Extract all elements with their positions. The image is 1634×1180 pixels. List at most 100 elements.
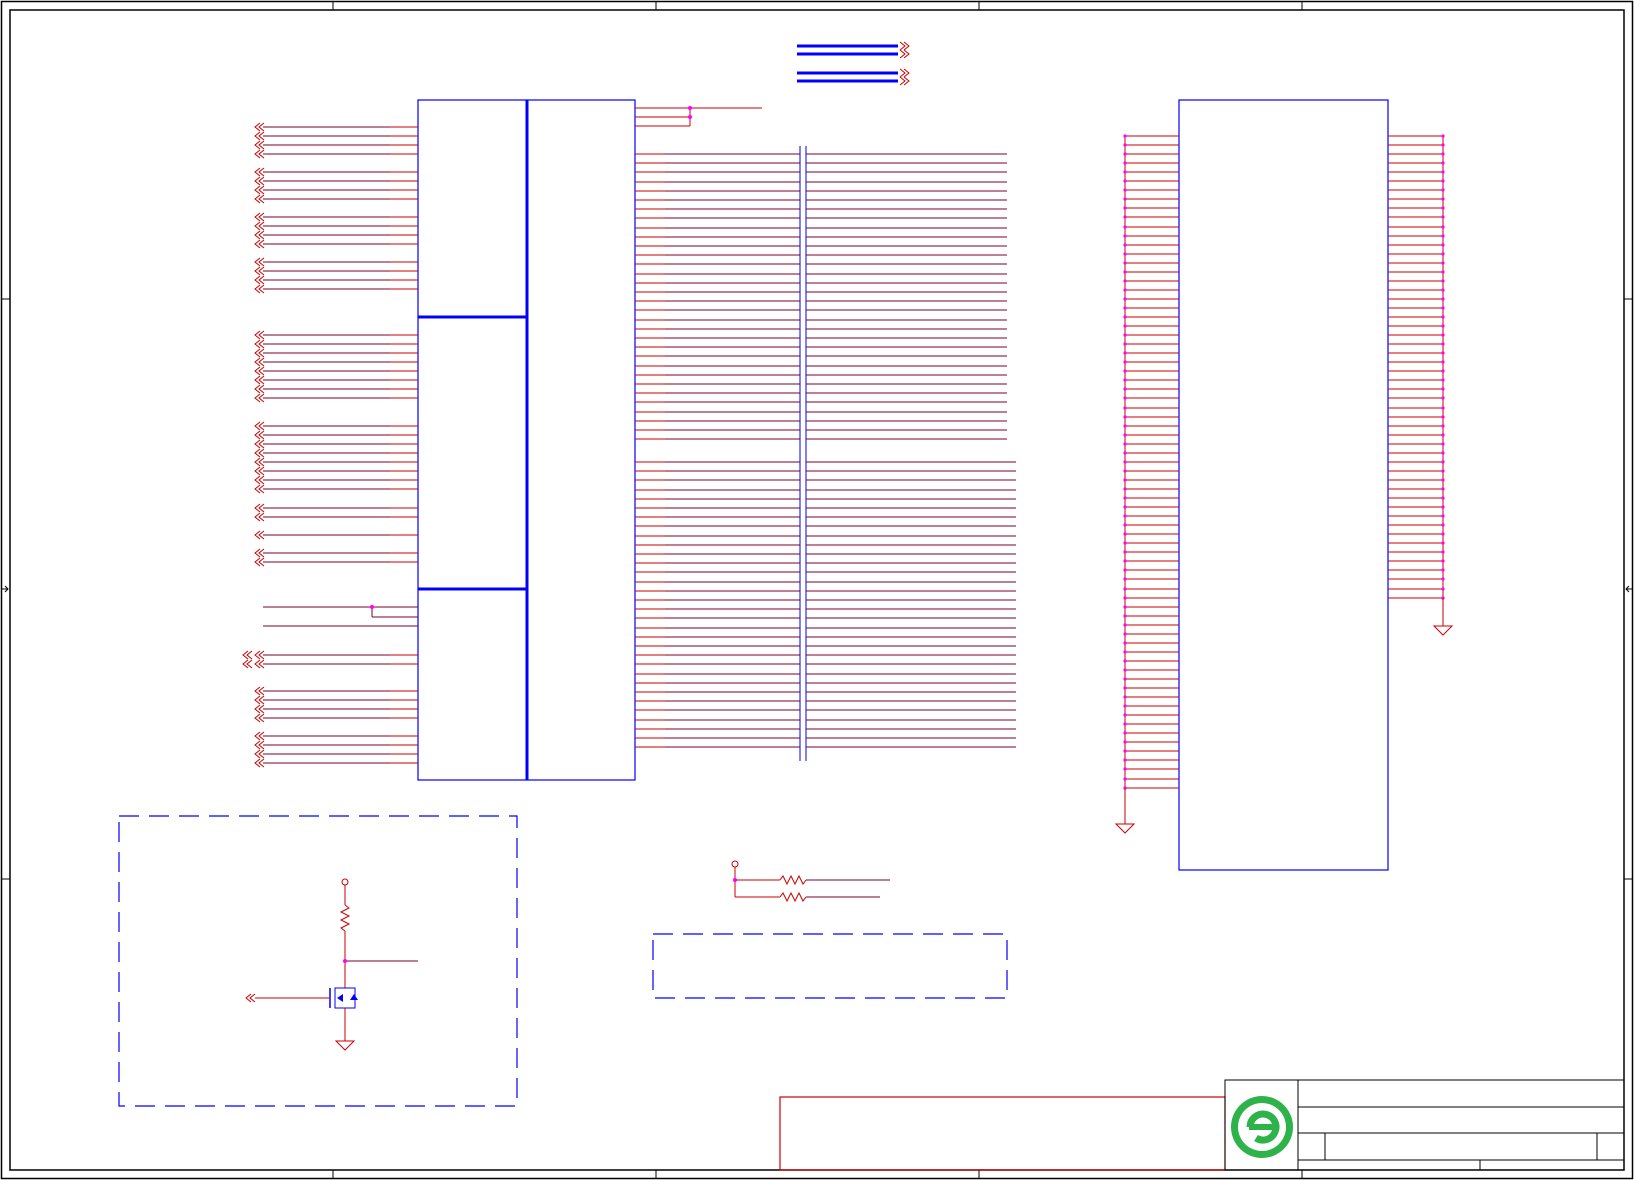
junction-dot [1123, 641, 1127, 645]
junction-dot [1441, 234, 1445, 238]
junction-dot [1441, 270, 1445, 274]
offpage-connector-icon [242, 650, 253, 660]
junction-dot [1441, 505, 1445, 509]
offpage-connector-icon [254, 512, 265, 522]
pullup-resistors [731, 860, 890, 903]
junction-dot [1441, 297, 1445, 301]
junction-dot [1123, 143, 1127, 147]
offpage-connector-icon [254, 659, 265, 669]
offpage-connector-icon [254, 176, 265, 186]
junction-dot [1123, 505, 1127, 509]
junction-dot [1123, 252, 1127, 256]
junction-dot [1441, 134, 1445, 138]
offpage-connector-icon [254, 457, 265, 467]
offpage-connector-icon [254, 330, 265, 340]
offpage-connector-icon [242, 659, 253, 669]
junction-dot [1123, 532, 1127, 536]
junction-dot [1441, 587, 1445, 591]
junction-dot [1123, 152, 1127, 156]
junction-dot [1441, 478, 1445, 482]
junction-dot [1441, 387, 1445, 391]
junction-dot [1123, 225, 1127, 229]
junction-dot [1123, 523, 1127, 527]
junction-dot [1123, 749, 1127, 753]
connector-left-pins [1123, 134, 1179, 790]
ic-right-pin-wires [635, 153, 800, 748]
junction-dot [1123, 451, 1127, 455]
junction-dot [1123, 433, 1127, 437]
offpage-connector-icon [254, 140, 265, 150]
junction-dot [1441, 487, 1445, 491]
offpage-connector-icon [254, 740, 265, 750]
junction-dot [1441, 225, 1445, 229]
junction-dot [1123, 360, 1127, 364]
logo-icon [1231, 1096, 1293, 1158]
junction-dot [1123, 424, 1127, 428]
junction-dot [688, 115, 692, 119]
junction-dot [1123, 442, 1127, 446]
ic-power-pins [635, 107, 762, 127]
junction-dot [1441, 451, 1445, 455]
connector-symbol [1178, 99, 1389, 871]
junction-dot [1441, 378, 1445, 382]
offpage-connector-icon [254, 185, 265, 195]
junction-dot [1123, 605, 1127, 609]
offpage-connector-icon [254, 221, 265, 231]
schematic-sheet [0, 0, 1634, 1180]
offpage-connector-icon [254, 384, 265, 394]
resistor-icon [779, 874, 807, 886]
revision-box [779, 1096, 1226, 1171]
junction-dot [1441, 324, 1445, 328]
junction-dot [1123, 261, 1127, 265]
offpage-connector-icon [254, 257, 265, 267]
junction-dot [1123, 731, 1127, 735]
offpage-connector-icon [254, 167, 265, 177]
offpage-connector-icon [254, 393, 265, 403]
junction-dot [1441, 396, 1445, 400]
offpage-connector-icon [254, 548, 265, 558]
junction-dot [1123, 170, 1127, 174]
junction-dot [1123, 469, 1127, 473]
note-box [652, 933, 1008, 999]
top-bus-connectors [899, 41, 910, 86]
offpage-connector-icon [254, 212, 265, 222]
junction-dot [1123, 215, 1127, 219]
junction-dot [1441, 577, 1445, 581]
junction-dot [1123, 387, 1127, 391]
offpage-connector-icon [254, 466, 265, 476]
ground-icon [1432, 598, 1454, 636]
junction-dot [1441, 496, 1445, 500]
junction-dot [1123, 188, 1127, 192]
junction-dot [1123, 767, 1127, 771]
junction-dot [1123, 206, 1127, 210]
offpage-connector-icon [245, 993, 256, 1003]
connector-right-pins [1388, 134, 1445, 600]
junction-dot [1441, 143, 1445, 147]
offpage-connector-icon [254, 484, 265, 494]
junction-dot [1123, 234, 1127, 238]
offpage-connector-icon [254, 239, 265, 249]
junction-dot [1441, 523, 1445, 527]
junction-dot [1123, 713, 1127, 717]
offpage-connector-icon [254, 686, 265, 696]
offpage-connector-icon [254, 230, 265, 240]
offpage-connector-icon [254, 713, 265, 723]
junction-dot [688, 106, 692, 110]
offpage-connector-icon [254, 339, 265, 349]
junction-dot [1441, 288, 1445, 292]
junction-dot [1123, 306, 1127, 310]
junction-dot [1441, 215, 1445, 219]
offpage-connector-icon [254, 421, 265, 431]
junction-dot [1123, 378, 1127, 382]
junction-dot [1441, 406, 1445, 410]
junction-dot [1123, 351, 1127, 355]
junction-dot [1123, 740, 1127, 744]
junction-dot [1123, 270, 1127, 274]
junction-dot [1123, 161, 1127, 165]
junction-dot [1441, 342, 1445, 346]
offpage-connector-icon [254, 348, 265, 358]
junction-dot [1441, 306, 1445, 310]
junction-dot [1441, 469, 1445, 473]
junction-dot [1441, 424, 1445, 428]
junction-dot [1123, 496, 1127, 500]
